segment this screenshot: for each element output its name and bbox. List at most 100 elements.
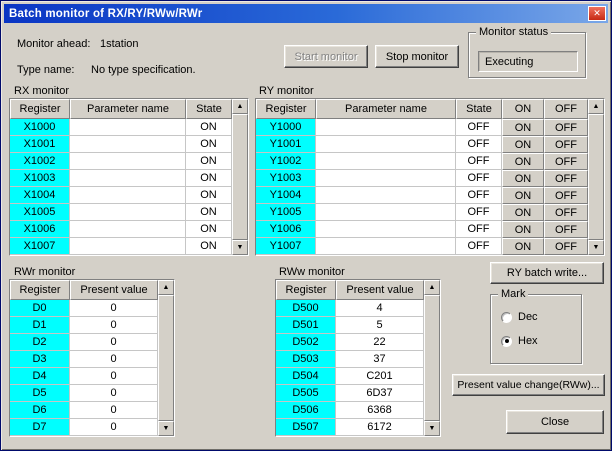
ry-off-button[interactable]: OFF	[544, 153, 588, 170]
rx-register-cell: X1003	[10, 170, 70, 187]
ry-state-cell: OFF	[456, 204, 502, 221]
ry-col-parameter-name: Parameter name	[316, 99, 456, 119]
rx-scrollbar[interactable]: ▲ ▼	[232, 99, 248, 255]
monitor-status-group: Monitor status Executing	[468, 32, 586, 78]
ry-state-cell: OFF	[456, 119, 502, 136]
ry-table-grid: Register Parameter name State ON OFF Y10…	[256, 99, 588, 255]
mark-option-hex[interactable]: Hex	[501, 335, 538, 347]
rww-register-cell: D503	[276, 351, 336, 368]
ry-on-button[interactable]: ON	[502, 238, 544, 255]
rwr-value-cell: 0	[70, 419, 158, 436]
arrow-down-icon: ▼	[429, 425, 436, 432]
ry-on-button[interactable]: ON	[502, 119, 544, 136]
rww-value-cell: 4	[336, 300, 424, 317]
rww-value-cell: 22	[336, 334, 424, 351]
rwr-register-cell: D6	[10, 402, 70, 419]
ry-on-button[interactable]: ON	[502, 204, 544, 221]
scroll-thumb[interactable]	[232, 114, 248, 240]
rww-value-cell: 6368	[336, 402, 424, 419]
ry-register-cell: Y1004	[256, 187, 316, 204]
ry-off-button[interactable]: OFF	[544, 221, 588, 238]
ry-parameter-cell	[316, 119, 456, 136]
ry-register-cell: Y1007	[256, 238, 316, 255]
rx-state-cell: ON	[186, 136, 232, 153]
rwr-register-cell: D7	[10, 419, 70, 436]
rww-value-cell: 6D37	[336, 385, 424, 402]
rwr-value-cell: 0	[70, 368, 158, 385]
ry-scrollbar[interactable]: ▲ ▼	[588, 99, 604, 255]
rx-parameter-cell	[70, 153, 186, 170]
title-bar[interactable]: Batch monitor of RX/RY/RWw/RWr ✕	[4, 4, 608, 23]
ry-off-button[interactable]: OFF	[544, 170, 588, 187]
ry-off-button[interactable]: OFF	[544, 119, 588, 136]
ry-on-button[interactable]: ON	[502, 170, 544, 187]
radio-icon[interactable]	[501, 336, 512, 347]
rww-col-register: Register	[276, 280, 336, 300]
ry-off-button[interactable]: OFF	[544, 204, 588, 221]
ry-on-button[interactable]: ON	[502, 221, 544, 238]
scroll-up-button[interactable]: ▲	[232, 99, 248, 114]
radio-icon[interactable]	[501, 312, 512, 323]
present-value-change-button[interactable]: Present value change(RWw)...	[452, 374, 605, 396]
mark-option-dec-label: Dec	[518, 311, 538, 323]
ry-off-button[interactable]: OFF	[544, 136, 588, 153]
scroll-thumb[interactable]	[158, 295, 174, 421]
close-glyph: ✕	[593, 8, 601, 19]
mark-group-label: Mark	[498, 288, 528, 300]
scroll-down-button[interactable]: ▼	[232, 240, 248, 255]
ry-off-button[interactable]: OFF	[544, 187, 588, 204]
scroll-down-button[interactable]: ▼	[588, 240, 604, 255]
window-title: Batch monitor of RX/RY/RWw/RWr	[9, 8, 202, 20]
rwr-scrollbar[interactable]: ▲ ▼	[158, 280, 174, 436]
arrow-up-icon: ▲	[237, 103, 244, 110]
rww-value-cell: C201	[336, 368, 424, 385]
close-button[interactable]: Close	[506, 410, 604, 434]
rwr-value-cell: 0	[70, 402, 158, 419]
ry-batch-write-button[interactable]: RY batch write...	[490, 262, 604, 284]
scroll-up-button[interactable]: ▲	[424, 280, 440, 295]
rx-register-cell: X1005	[10, 204, 70, 221]
rww-scrollbar[interactable]: ▲ ▼	[424, 280, 440, 436]
rww-table-grid: Register Present value D5004D5015D50222D…	[276, 280, 424, 436]
rww-register-cell: D502	[276, 334, 336, 351]
ry-col-on: ON	[502, 99, 544, 119]
rx-state-cell: ON	[186, 204, 232, 221]
scroll-thumb[interactable]	[588, 114, 604, 240]
monitor-status-value: Executing	[478, 51, 578, 72]
ry-off-button[interactable]: OFF	[544, 238, 588, 255]
stop-monitor-button[interactable]: Stop monitor	[375, 45, 459, 68]
scroll-down-button[interactable]: ▼	[424, 421, 440, 436]
arrow-down-icon: ▼	[593, 244, 600, 251]
scroll-up-button[interactable]: ▲	[588, 99, 604, 114]
mark-option-dec[interactable]: Dec	[501, 311, 538, 323]
ry-col-off: OFF	[544, 99, 588, 119]
monitor-status-group-label: Monitor status	[476, 26, 551, 38]
ry-on-button[interactable]: ON	[502, 153, 544, 170]
rx-state-cell: ON	[186, 119, 232, 136]
rwr-monitor-table: Register Present value D00D10D20D30D40D5…	[9, 279, 175, 437]
scroll-thumb[interactable]	[424, 295, 440, 421]
ry-state-cell: OFF	[456, 153, 502, 170]
ry-on-button[interactable]: ON	[502, 187, 544, 204]
rwr-monitor-title: RWr monitor	[14, 266, 75, 278]
ry-on-button[interactable]: ON	[502, 136, 544, 153]
rx-state-cell: ON	[186, 187, 232, 204]
type-name-value: No type specification.	[91, 64, 196, 76]
rx-state-cell: ON	[186, 238, 232, 255]
scroll-down-button[interactable]: ▼	[158, 421, 174, 436]
ry-col-register: Register	[256, 99, 316, 119]
close-icon[interactable]: ✕	[588, 6, 606, 21]
scroll-up-button[interactable]: ▲	[158, 280, 174, 295]
rx-state-cell: ON	[186, 221, 232, 238]
batch-monitor-dialog: Batch monitor of RX/RY/RWw/RWr ✕ Monitor…	[0, 0, 612, 451]
rwr-table-grid: Register Present value D00D10D20D30D40D5…	[10, 280, 158, 436]
ry-state-cell: OFF	[456, 187, 502, 204]
ry-state-cell: OFF	[456, 221, 502, 238]
arrow-up-icon: ▲	[163, 284, 170, 291]
rww-monitor-table: Register Present value D5004D5015D50222D…	[275, 279, 441, 437]
ry-monitor-title: RY monitor	[259, 85, 314, 97]
ry-register-cell: Y1000	[256, 119, 316, 136]
rwr-register-cell: D1	[10, 317, 70, 334]
ry-parameter-cell	[316, 204, 456, 221]
rx-col-parameter-name: Parameter name	[70, 99, 186, 119]
